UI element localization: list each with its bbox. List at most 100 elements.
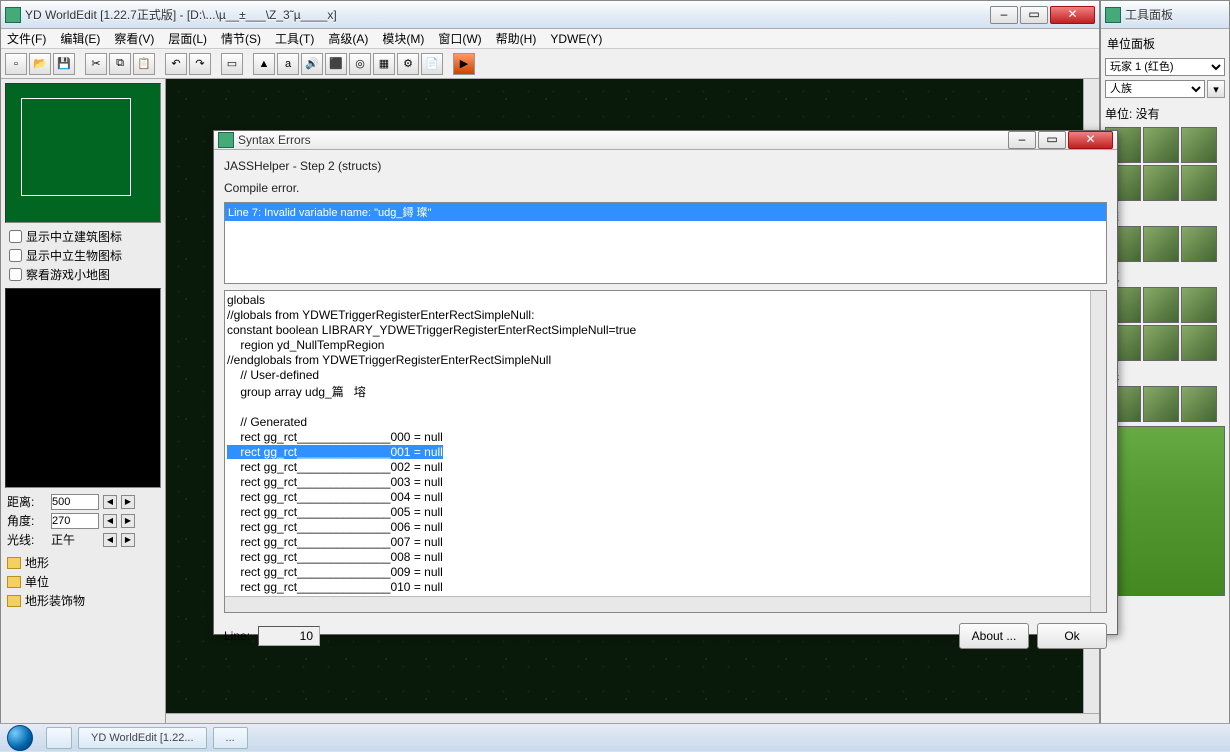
distance-input[interactable] [51, 494, 99, 510]
spin-left-icon[interactable]: ◀ [103, 514, 117, 528]
menu-window[interactable]: 窗口(W) [438, 30, 481, 47]
unit-cell[interactable] [1143, 287, 1179, 323]
tool-test[interactable]: ▶ [453, 53, 475, 75]
menu-layer[interactable]: 层面(L) [168, 30, 207, 47]
palette-title: 工具面板 [1125, 6, 1225, 23]
menu-scenario[interactable]: 情节(S) [221, 30, 261, 47]
chk-neutral-buildings[interactable] [9, 230, 22, 243]
unit-status-label: 单位: 没有 [1105, 102, 1225, 125]
menu-file[interactable]: 文件(F) [7, 30, 46, 47]
palette-header: 单位面板 [1105, 33, 1225, 58]
unit-cell[interactable] [1143, 127, 1179, 163]
menu-ydwe[interactable]: YDWE(Y) [550, 32, 602, 46]
maximize-button[interactable]: ▭ [1020, 6, 1048, 24]
toolbar: ▫ 📂 💾 ✂ ⧉ 📋 ↶ ↷ ▭ ▲ a 🔊 ⬛ ◎ ▦ ⚙ 📄 ▶ [1, 49, 1099, 79]
chk-label: 显示中立建筑图标 [26, 228, 122, 245]
tool-cut[interactable]: ✂ [85, 53, 107, 75]
unit-cell[interactable] [1143, 165, 1179, 201]
spin-right-icon[interactable]: ▶ [121, 533, 135, 547]
code-horizontal-scrollbar[interactable] [225, 596, 1090, 612]
error-line-item[interactable]: Line 7: Invalid variable name: "udg_鐞 璨" [225, 203, 1106, 221]
chk-label: 显示中立生物图标 [26, 247, 122, 264]
unit-cell[interactable] [1181, 226, 1217, 262]
tool-palette-window: 工具面板 单位面板 玩家 1 (红色) 人族 ▾ 单位: 没有 雄 筑 [1100, 0, 1230, 730]
spin-right-icon[interactable]: ▶ [121, 495, 135, 509]
tool-copy[interactable]: ⧉ [109, 53, 131, 75]
spin-left-icon[interactable]: ◀ [103, 533, 117, 547]
player-select[interactable]: 玩家 1 (红色) [1105, 58, 1225, 76]
about-button[interactable]: About ... [959, 623, 1029, 649]
unit-cell[interactable] [1181, 127, 1217, 163]
tool-select[interactable]: ▭ [221, 53, 243, 75]
selected-code-line: rect gg_rct______________001 = null [227, 445, 443, 459]
line-number: 10 [258, 626, 320, 646]
unit-cell[interactable] [1181, 325, 1217, 361]
tree-doodads[interactable]: 地形装饰物 [7, 591, 159, 610]
folder-icon [7, 557, 21, 569]
unit-cell[interactable] [1181, 165, 1217, 201]
tree-units[interactable]: 单位 [7, 572, 159, 591]
chk-neutral-units[interactable] [9, 249, 22, 262]
minimap[interactable] [5, 83, 161, 223]
start-button[interactable] [0, 724, 40, 752]
menu-advanced[interactable]: 高级(A) [328, 30, 368, 47]
palette-option-button[interactable]: ▾ [1207, 80, 1225, 98]
spin-right-icon[interactable]: ▶ [121, 514, 135, 528]
menu-edit[interactable]: 编辑(E) [60, 30, 100, 47]
angle-input[interactable] [51, 513, 99, 529]
light-label: 光线: [7, 531, 47, 548]
dialog-maximize-button[interactable]: ▭ [1038, 131, 1066, 149]
unit-cell[interactable] [1143, 226, 1179, 262]
tool-region[interactable]: ⬛ [325, 53, 347, 75]
tool-save[interactable]: 💾 [53, 53, 75, 75]
spin-left-icon[interactable]: ◀ [103, 495, 117, 509]
tool-doodad[interactable]: a [277, 53, 299, 75]
taskbar-item[interactable] [46, 727, 72, 749]
menu-view[interactable]: 察看(V) [114, 30, 154, 47]
dialog-title: Syntax Errors [238, 133, 1008, 147]
menu-module[interactable]: 模块(M) [382, 30, 424, 47]
tool-unit[interactable]: 🔊 [301, 53, 323, 75]
close-button[interactable]: ✕ [1050, 6, 1095, 24]
step-label: JASSHelper - Step 2 (structs) [224, 158, 1107, 174]
error-list[interactable]: Line 7: Invalid variable name: "udg_鐞 璨" [224, 202, 1107, 284]
tool-object[interactable]: ▦ [373, 53, 395, 75]
category-building: 筑 [1105, 264, 1225, 285]
unit-cell[interactable] [1181, 287, 1217, 323]
unit-cell[interactable] [1181, 386, 1217, 422]
sidebar: 显示中立建筑图标 显示中立生物图标 察看游戏小地图 距离: ◀ ▶ 角度: ◀ … [1, 79, 166, 729]
race-select[interactable]: 人族 [1105, 80, 1205, 98]
palette-titlebar[interactable]: 工具面板 [1101, 1, 1229, 29]
tool-redo[interactable]: ↷ [189, 53, 211, 75]
tool-terrain[interactable]: ▲ [253, 53, 275, 75]
tool-undo[interactable]: ↶ [165, 53, 187, 75]
ok-button[interactable]: Ok [1037, 623, 1107, 649]
tree-terrain[interactable]: 地形 [7, 553, 159, 572]
chk-minimap[interactable] [9, 268, 22, 281]
tool-paste[interactable]: 📋 [133, 53, 155, 75]
main-titlebar[interactable]: YD WorldEdit [1.22.7正式版] - [D:\...\µ__±_… [1, 1, 1099, 29]
category-special: 殊 [1105, 363, 1225, 384]
menu-tools[interactable]: 工具(T) [275, 30, 314, 47]
menu-help[interactable]: 帮助(H) [496, 30, 537, 47]
tool-camera[interactable]: ◎ [349, 53, 371, 75]
unit-cell[interactable] [1143, 325, 1179, 361]
dialog-icon [218, 132, 234, 148]
dialog-close-button[interactable]: ✕ [1068, 131, 1113, 149]
dialog-titlebar[interactable]: Syntax Errors – ▭ ✕ [214, 131, 1117, 150]
tool-trigger[interactable]: ⚙ [397, 53, 419, 75]
angle-label: 角度: [7, 512, 47, 529]
syntax-errors-dialog: Syntax Errors – ▭ ✕ JASSHelper - Step 2 … [213, 130, 1118, 635]
minimize-button[interactable]: – [990, 6, 1018, 24]
taskbar-item-other[interactable]: ... [213, 727, 248, 749]
tool-import[interactable]: 📄 [421, 53, 443, 75]
terrain-preview [1105, 426, 1225, 596]
unit-cell[interactable] [1143, 386, 1179, 422]
code-view[interactable]: globals //globals from YDWETriggerRegist… [224, 290, 1107, 613]
tool-open[interactable]: 📂 [29, 53, 51, 75]
code-vertical-scrollbar[interactable] [1090, 291, 1106, 612]
tool-new[interactable]: ▫ [5, 53, 27, 75]
compile-error-label: Compile error. [224, 180, 1107, 196]
taskbar-item-worldedit[interactable]: YD WorldEdit [1.22... [78, 727, 207, 749]
dialog-minimize-button[interactable]: – [1008, 131, 1036, 149]
